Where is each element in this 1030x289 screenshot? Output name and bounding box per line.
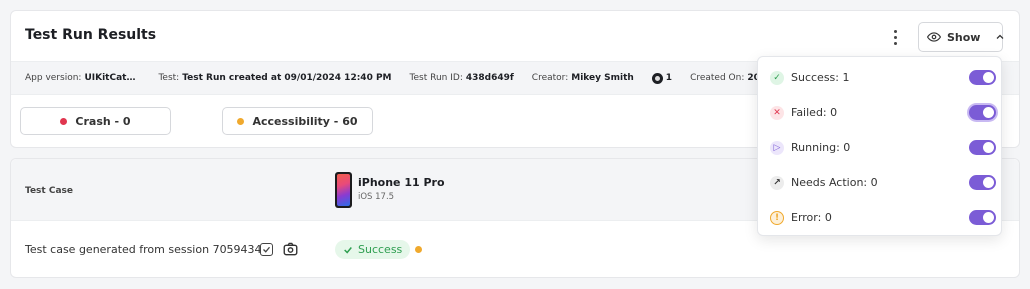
ios-device-count-badge: 1 <box>651 72 672 84</box>
alert-circle-icon: ! <box>770 210 784 225</box>
check-icon <box>344 246 352 254</box>
iphone-icon <box>335 172 352 208</box>
column-header-test-case: Test Case <box>25 186 73 196</box>
accessibility-warning-dot[interactable] <box>415 246 422 253</box>
creator-value: Mikey Smith <box>571 73 634 83</box>
app-version-value: UIKitCatal... <box>84 73 141 83</box>
crash-count-button[interactable]: Crash - 0 <box>20 107 171 135</box>
status-badge[interactable]: Success <box>335 240 411 259</box>
meta-app-version: App version: UIKitCatal... <box>25 73 141 83</box>
toggle-error[interactable] <box>969 210 996 225</box>
page-title: Test Run Results <box>25 27 157 43</box>
crash-dot-icon <box>60 117 68 125</box>
camera-icon[interactable] <box>281 240 299 258</box>
show-button-label: Show <box>947 30 981 44</box>
device-name: iPhone 11 Pro <box>358 176 445 189</box>
eye-icon <box>927 32 941 42</box>
play-circle-icon: ▷ <box>770 140 784 155</box>
run-id-value: 438d649f <box>465 73 514 83</box>
meta-run-id: Test Run ID: 438d649f <box>409 73 514 83</box>
apple-icon <box>651 72 663 84</box>
filter-item-failed[interactable]: ✕ Failed: 0 <box>758 95 1003 130</box>
test-case-name[interactable]: Test case generated from session 7059434 <box>25 243 262 256</box>
more-options-button[interactable] <box>885 25 905 49</box>
more-vertical-icon <box>893 29 897 33</box>
accessibility-count-button[interactable]: Accessibility - 60 <box>222 107 373 135</box>
arrow-up-right-icon: ↗ <box>770 175 784 190</box>
x-circle-icon: ✕ <box>770 105 784 120</box>
chevron-up-icon <box>997 34 1004 39</box>
filter-item-running[interactable]: ▷ Running: 0 <box>758 130 1003 165</box>
checkbox-icon[interactable] <box>260 243 273 256</box>
show-filter-button[interactable]: Show <box>918 22 1004 52</box>
toggle-success[interactable] <box>969 70 996 85</box>
check-circle-icon: ✓ <box>770 70 784 85</box>
meta-creator: Creator: Mikey Smith <box>531 73 634 83</box>
filter-item-needs-action[interactable]: ↗ Needs Action: 0 <box>758 165 1003 200</box>
status-filter-dropdown: ✓ Success: 1 ✕ Failed: 0 ▷ Running: 0 ↗ … <box>757 56 1002 236</box>
toggle-failed[interactable] <box>969 105 996 120</box>
accessibility-dot-icon <box>237 117 245 125</box>
filter-item-error[interactable]: ! Error: 0 <box>758 200 1003 235</box>
test-name-value: Test Run created at 09/01/2024 12:40 PM <box>182 73 392 83</box>
filter-item-success[interactable]: ✓ Success: 1 <box>758 60 1003 95</box>
device-column-header: iPhone 11 Pro iOS 17.5 <box>335 172 445 208</box>
toggle-running[interactable] <box>969 140 996 155</box>
toggle-needs-action[interactable] <box>969 175 996 190</box>
device-os: iOS 17.5 <box>358 192 395 202</box>
meta-test: Test: Test Run created at 09/01/2024 12:4… <box>158 73 392 83</box>
